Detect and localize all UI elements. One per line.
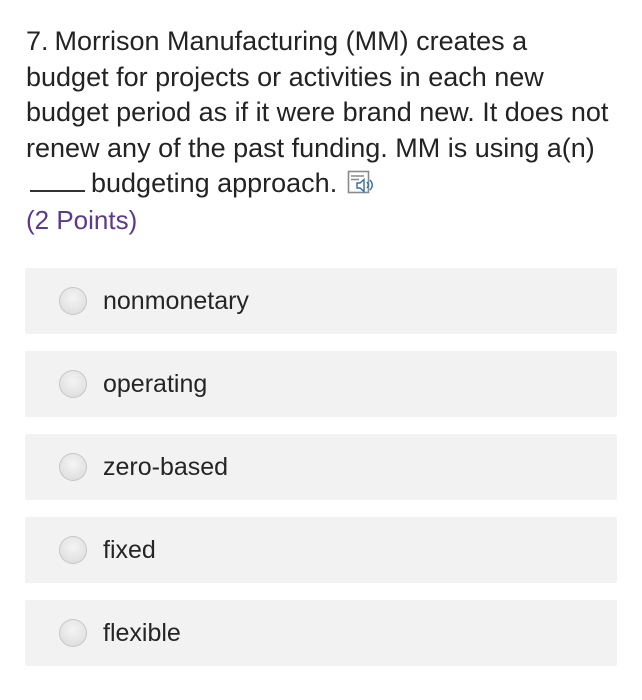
option-label: zero-based — [103, 452, 229, 481]
option-fixed[interactable]: fixed — [25, 517, 617, 583]
option-label: operating — [103, 369, 208, 398]
radio-button[interactable] — [59, 453, 87, 481]
radio-button[interactable] — [59, 536, 87, 564]
question-text-after-blank: budgeting approach. — [91, 168, 338, 198]
option-operating[interactable]: operating — [25, 351, 617, 417]
option-flexible[interactable]: flexible — [25, 600, 617, 666]
question-block: 7. Morrison Manufacturing (MM) creates a … — [26, 24, 616, 237]
answer-options: nonmonetary operating zero-based fixed f… — [25, 268, 617, 683]
question-number: 7. — [26, 26, 49, 56]
radio-button[interactable] — [59, 287, 87, 315]
answer-blank — [30, 189, 85, 192]
radio-button[interactable] — [59, 370, 87, 398]
radio-button[interactable] — [59, 619, 87, 647]
immersive-reader-icon[interactable] — [347, 170, 377, 196]
question-text-before-blank: Morrison Manufacturing (MM) creates a bu… — [26, 26, 609, 163]
option-label: fixed — [103, 535, 156, 564]
option-zero-based[interactable]: zero-based — [25, 434, 617, 500]
option-label: flexible — [103, 618, 181, 647]
points-label: (2 Points) — [26, 204, 138, 235]
option-label: nonmonetary — [103, 286, 249, 315]
option-nonmonetary[interactable]: nonmonetary — [25, 268, 617, 334]
